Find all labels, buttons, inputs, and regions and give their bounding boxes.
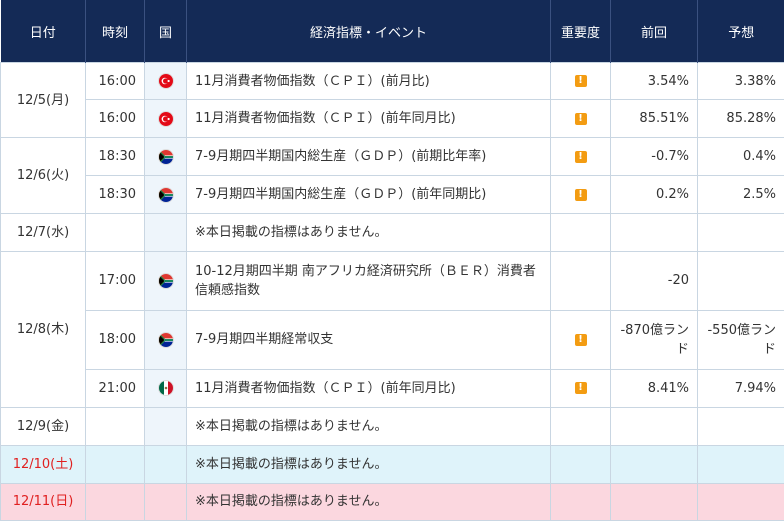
time-cell: 18:30 — [85, 137, 145, 177]
table-row: 12/5(月) 16:00 11月消費者物価指数（ＣＰＩ）(前月比) ! 3.5… — [0, 61, 784, 139]
forecast-value: 3.38% — [697, 61, 784, 101]
event-name[interactable]: 11月消費者物価指数（ＣＰＩ）(前年同月比) — [186, 368, 551, 408]
header-country: 国 — [144, 0, 187, 63]
south-africa-flag-icon — [158, 187, 173, 202]
header-importance: 重要度 — [550, 0, 611, 63]
time-cell: 18:00 — [85, 309, 145, 370]
importance-icon: ! — [574, 382, 587, 395]
date-cell: 12/5(月) — [0, 61, 86, 139]
previous-value: -20 — [610, 251, 698, 311]
time-cell: 16:00 — [85, 61, 145, 101]
header-date: 日付 — [0, 0, 86, 63]
table-row: 18:30 7-9月期四半期国内総生産（ＧＤＰ）(前年同期比) ! 0.2% 2… — [1, 175, 784, 215]
table-row: 12/6(火) 18:30 7-9月期四半期国内総生産（ＧＤＰ）(前期比年率) … — [0, 137, 784, 215]
event-name[interactable]: 7-9月期四半期経常収支 — [186, 309, 551, 370]
event-name[interactable]: 11月消費者物価指数（ＣＰＩ）(前年同月比) — [186, 99, 551, 139]
no-events-message: ※本日掲載の指標はありません。 — [186, 482, 551, 521]
south-africa-flag-icon — [158, 273, 173, 288]
economic-calendar-table: 日付 時刻 国 経済指標・イベント 重要度 前回 予想 12/5(月) 16:0… — [0, 0, 784, 521]
forecast-value — [697, 251, 784, 311]
date-cell: 12/9(金) — [0, 406, 86, 446]
importance-icon: ! — [574, 112, 587, 125]
previous-value: -870億ランド — [610, 309, 698, 370]
date-cell: 12/11(日) — [0, 482, 86, 521]
event-name[interactable]: 7-9月期四半期国内総生産（ＧＤＰ）(前期比年率) — [186, 137, 551, 177]
table-row: 12/10(土) ※本日掲載の指標はありません。 — [0, 444, 784, 484]
previous-value: 0.2% — [610, 175, 698, 215]
date-cell: 12/7(水) — [0, 213, 86, 253]
south-africa-flag-icon — [158, 149, 173, 164]
table-row: 21:00 11月消費者物価指数（ＣＰＩ）(前年同月比) ! 8.41% 7.9… — [1, 368, 784, 408]
importance-icon: ! — [574, 150, 587, 163]
event-name[interactable]: 10-12月期四半期 南アフリカ経済研究所（ＢＥＲ）消費者信頼感指数 — [186, 251, 551, 311]
date-cell: 12/6(火) — [0, 137, 86, 215]
time-cell: 16:00 — [85, 99, 145, 139]
importance-icon: ! — [574, 188, 587, 201]
table-row: 12/7(水) ※本日掲載の指標はありません。 — [0, 213, 784, 253]
table-row: 18:00 7-9月期四半期経常収支 ! -870億ランド -550億ランド — [1, 309, 784, 370]
previous-value: -0.7% — [610, 137, 698, 177]
header-time: 時刻 — [85, 0, 145, 63]
no-events-message: ※本日掲載の指標はありません。 — [186, 213, 551, 253]
table-row: 16:00 11月消費者物価指数（ＣＰＩ）(前年同月比) ! 85.51% 85… — [1, 99, 784, 139]
no-events-message: ※本日掲載の指標はありません。 — [186, 406, 551, 446]
previous-value: 3.54% — [610, 61, 698, 101]
time-cell: 21:00 — [85, 368, 145, 408]
forecast-value: -550億ランド — [697, 309, 784, 370]
previous-value: 8.41% — [610, 368, 698, 408]
event-name[interactable]: 7-9月期四半期国内総生産（ＧＤＰ）(前年同期比) — [186, 175, 551, 215]
date-cell: 12/10(土) — [0, 444, 86, 484]
importance-icon: ! — [574, 333, 587, 346]
previous-value: 85.51% — [610, 99, 698, 139]
importance-icon: ! — [574, 75, 587, 88]
mexico-flag-icon — [158, 381, 173, 396]
event-name[interactable]: 11月消費者物価指数（ＣＰＩ）(前月比) — [186, 61, 551, 101]
header-row: 日付 時刻 国 経済指標・イベント 重要度 前回 予想 — [0, 0, 784, 63]
forecast-value: 7.94% — [697, 368, 784, 408]
header-event: 経済指標・イベント — [186, 0, 551, 63]
time-cell: 17:00 — [85, 251, 145, 311]
header-forecast: 予想 — [697, 0, 784, 63]
table-row: 12/9(金) ※本日掲載の指標はありません。 — [0, 406, 784, 446]
table-row: 12/8(木) 17:00 10-12月期四半期 南アフリカ経済研究所（ＢＥＲ）… — [0, 251, 784, 408]
time-cell: 18:30 — [85, 175, 145, 215]
turkey-flag-icon — [158, 74, 173, 89]
header-previous: 前回 — [610, 0, 698, 63]
no-events-message: ※本日掲載の指標はありません。 — [186, 444, 551, 484]
date-cell: 12/8(木) — [0, 251, 86, 408]
forecast-value: 0.4% — [697, 137, 784, 177]
forecast-value: 85.28% — [697, 99, 784, 139]
table-row: 12/11(日) ※本日掲載の指標はありません。 — [0, 482, 784, 521]
south-africa-flag-icon — [158, 332, 173, 347]
forecast-value: 2.5% — [697, 175, 784, 215]
turkey-flag-icon — [158, 111, 173, 126]
